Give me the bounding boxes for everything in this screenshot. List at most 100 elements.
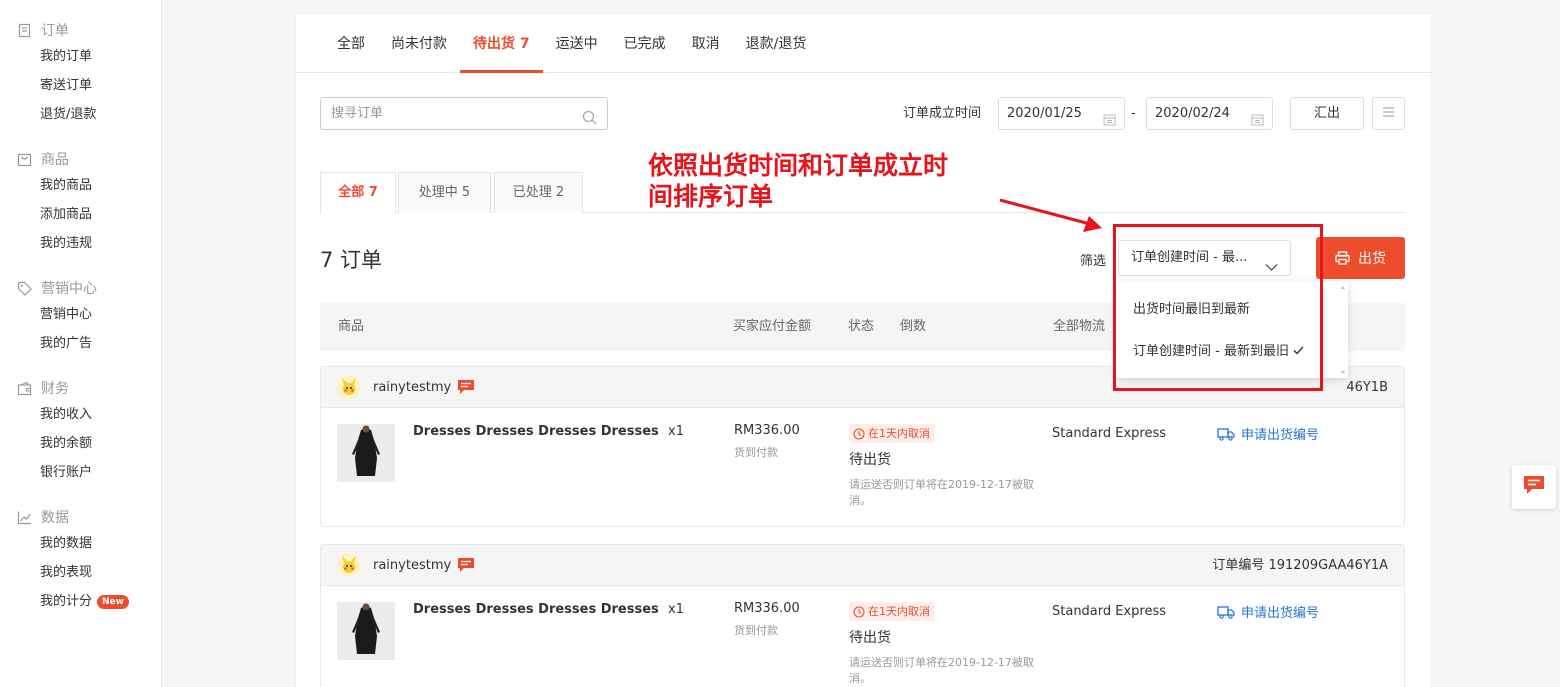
export-button[interactable]: 汇出 — [1290, 97, 1364, 130]
chat-icon[interactable] — [457, 557, 475, 577]
order-number: 46Y1B — [1346, 380, 1388, 395]
sidebar-item-income[interactable]: 我的收入 — [0, 400, 161, 429]
order-status-tabs: 全部 尚未付款 待出货 7 运送中 已完成 取消 退款/退货 — [296, 15, 1431, 73]
sidebar-item-bank-account[interactable]: 银行账户 — [0, 458, 161, 487]
list-menu-button[interactable] — [1372, 97, 1405, 130]
sidebar-item-my-score[interactable]: 我的计分 New — [0, 587, 161, 616]
date-separator: - — [1131, 106, 1136, 121]
sidebar-item-my-orders[interactable]: 我的订单 — [0, 42, 161, 71]
dropdown-scrollbar[interactable] — [1340, 284, 1346, 376]
buyer-name[interactable]: rainytestmy — [373, 367, 451, 408]
tag-icon — [16, 280, 33, 297]
product-name[interactable]: Dresses Dresses Dresses Dresses — [413, 424, 659, 439]
annotation-arrow-icon — [999, 198, 1102, 232]
bag-icon — [16, 151, 33, 168]
cancel-badge-text: 在1天内取消 — [868, 605, 930, 618]
sidebar-item-balance[interactable]: 我的余额 — [0, 429, 161, 458]
subtab-processed[interactable]: 已处理 2 — [494, 172, 583, 213]
ship-button-label: 出货 — [1358, 251, 1386, 267]
cancel-deadline-badge: 在1天内取消 — [849, 602, 935, 621]
buyer-avatar — [337, 553, 361, 577]
calendar-icon — [1103, 107, 1116, 138]
chat-icon[interactable] — [457, 379, 475, 399]
sidebar-group-data: 数据 我的数据 我的表现 我的计分 New — [0, 505, 161, 616]
sidebar-group-products: 商品 我的商品 添加商品 我的违规 — [0, 147, 161, 258]
product-quantity: x1 — [668, 602, 684, 617]
apply-tracking-label: 申请出货编号 — [1241, 606, 1320, 621]
clipboard-icon — [16, 22, 33, 39]
payment-method: 货到付款 — [734, 624, 778, 637]
sidebar-heading-orders: 订单 — [0, 18, 161, 42]
sidebar-item-performance[interactable]: 我的表现 — [0, 558, 161, 587]
check-icon — [1293, 344, 1304, 359]
sidebar-item-add-product[interactable]: 添加商品 — [0, 200, 161, 229]
sidebar-item-my-products[interactable]: 我的商品 — [0, 171, 161, 200]
tab-returns[interactable]: 退款/退货 — [733, 15, 820, 73]
sidebar-item-marketing-center[interactable]: 营销中心 — [0, 300, 161, 329]
order-number: 订单编号 191209GAA46Y1A — [1212, 558, 1388, 573]
sidebar-group-orders: 订单 我的订单 寄送订单 退货/退款 — [0, 18, 161, 129]
tab-all[interactable]: 全部 — [324, 15, 378, 73]
order-card: rainytestmy 订单编号 191209GAA46Y1A Dresses … — [320, 544, 1405, 687]
tab-to-ship[interactable]: 待出货 7 — [460, 15, 543, 73]
product-name[interactable]: Dresses Dresses Dresses Dresses — [413, 602, 659, 617]
tab-completed[interactable]: 已完成 — [611, 15, 679, 73]
cancel-deadline-badge: 在1天内取消 — [849, 424, 935, 443]
apply-tracking-link[interactable]: 申请出货编号 — [1217, 602, 1319, 621]
date-to-value: 2020/02/24 — [1155, 106, 1230, 121]
sidebar-heading-label: 营销中心 — [41, 281, 97, 297]
header-status: 状态 — [848, 319, 875, 334]
header-logistics: 全部物流 — [1053, 319, 1106, 334]
sort-option-ship-time[interactable]: 出货时间最旧到最新 — [1133, 298, 1250, 317]
subtab-all[interactable]: 全部 7 — [320, 172, 396, 214]
floating-chat-button[interactable] — [1512, 465, 1556, 509]
sidebar-heading-label: 商品 — [41, 152, 69, 168]
sidebar-heading-label: 订单 — [41, 23, 69, 39]
filter-row: 搜寻订单 订单成立时间 2020/01/25 - 2020/02/24 汇出 — [320, 97, 1405, 131]
new-badge: New — [97, 594, 129, 609]
sidebar: 订单 我的订单 寄送订单 退货/退款 商品 我的商品 添加商品 我的违规 营销中… — [0, 0, 162, 687]
header-amount: 买家应付金额 — [733, 319, 812, 334]
cancel-badge-text: 在1天内取消 — [868, 427, 930, 440]
sort-dropdown-menu: 出货时间最旧到最新 订单创建时间 - 最新到最旧 — [1116, 282, 1348, 378]
sidebar-item-my-ads[interactable]: 我的广告 — [0, 329, 161, 358]
printer-icon — [1335, 251, 1350, 265]
sidebar-item-shipping-orders[interactable]: 寄送订单 — [0, 71, 161, 100]
sidebar-item-my-data[interactable]: 我的数据 — [0, 529, 161, 558]
sort-select[interactable]: 订单创建时间 - 最... — [1118, 240, 1291, 276]
courier-name: Standard Express — [1052, 426, 1167, 441]
sidebar-heading-finance: 财务 — [0, 376, 161, 400]
clock-icon — [853, 427, 865, 440]
tab-shipping[interactable]: 运送中 — [543, 15, 611, 73]
list-icon — [1382, 106, 1395, 122]
truck-icon — [1217, 427, 1235, 441]
sidebar-item-violations[interactable]: 我的违规 — [0, 229, 161, 258]
order-note: 请运送否则订单将在2019-12-17被取消。 — [849, 478, 1034, 507]
wallet-icon — [16, 380, 33, 397]
sort-option-created-time[interactable]: 订单创建时间 - 最新到最旧 — [1133, 340, 1304, 359]
annotation-text: 依照出货时间和订单成立时 间排序订单 — [648, 150, 1008, 212]
subtab-processing[interactable]: 处理中 5 — [398, 172, 491, 213]
sidebar-group-finance: 财务 我的收入 我的余额 银行账户 — [0, 376, 161, 487]
header-countdown: 倒数 — [900, 319, 927, 334]
order-card: rainytestmy 46Y1B Dresses Dresses Dresse… — [320, 366, 1405, 527]
date-filter-label: 订单成立时间 — [903, 106, 982, 121]
date-to-input[interactable]: 2020/02/24 — [1146, 97, 1273, 130]
tab-unpaid[interactable]: 尚未付款 — [378, 15, 460, 73]
sidebar-heading-marketing: 营销中心 — [0, 276, 161, 300]
buyer-name[interactable]: rainytestmy — [373, 545, 451, 586]
ship-button[interactable]: 出货 — [1316, 237, 1405, 279]
calendar-icon — [1251, 107, 1264, 138]
tab-cancelled[interactable]: 取消 — [679, 15, 733, 73]
sidebar-item-returns[interactable]: 退货/退款 — [0, 100, 161, 129]
search-input[interactable]: 搜寻订单 — [320, 97, 608, 130]
apply-tracking-link[interactable]: 申请出货编号 — [1217, 424, 1319, 443]
clock-icon — [853, 605, 865, 618]
order-header: rainytestmy 订单编号 191209GAA46Y1A — [321, 545, 1404, 586]
search-placeholder: 搜寻订单 — [331, 106, 384, 121]
order-status: 待出货 — [849, 452, 891, 468]
date-from-input[interactable]: 2020/01/25 — [998, 97, 1125, 130]
product-thumbnail — [337, 424, 395, 482]
sort-option-label: 订单创建时间 - 最新到最旧 — [1133, 344, 1289, 359]
search-icon — [582, 106, 597, 137]
